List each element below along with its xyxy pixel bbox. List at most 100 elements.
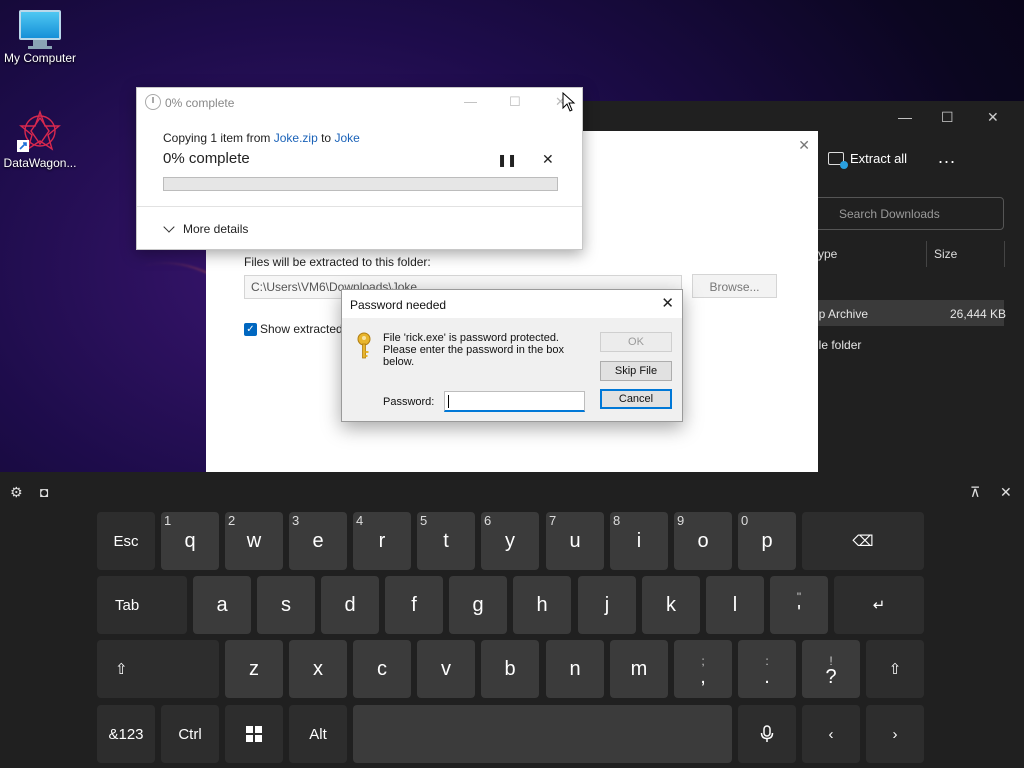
gear-icon[interactable]: ⚙ xyxy=(10,484,23,501)
maximize-icon[interactable]: ☐ xyxy=(941,109,954,126)
key-b[interactable]: b xyxy=(481,640,539,698)
copy-description: Copying 1 item from Joke.zip to Joke xyxy=(163,131,360,145)
shift-icon: ⇧ xyxy=(115,661,128,678)
key-label: l xyxy=(732,593,738,616)
key-space[interactable] xyxy=(353,705,732,763)
key-label: h xyxy=(536,593,548,616)
cell-type[interactable]: ile folder xyxy=(816,338,861,352)
copy-mid: to xyxy=(317,131,335,145)
key-w[interactable]: 2w xyxy=(225,512,283,570)
key-right-arrow[interactable]: › xyxy=(866,705,924,763)
browse-button[interactable]: Browse... xyxy=(692,274,777,298)
key-p[interactable]: 0p xyxy=(738,512,796,570)
password-dialog: Password needed ✕ File 'rick.exe' is pas… xyxy=(341,289,683,422)
key-f[interactable]: f xyxy=(385,576,443,634)
source-link[interactable]: Joke.zip xyxy=(274,131,318,145)
key-windows[interactable] xyxy=(225,705,283,763)
folder-zip-icon xyxy=(828,152,848,169)
key-secondary: 1 xyxy=(164,513,172,528)
minimize-icon[interactable]: — xyxy=(464,94,477,109)
mouse-cursor-icon xyxy=(562,92,576,112)
key-backspace[interactable]: ⌫ xyxy=(802,512,924,570)
key-u[interactable]: 7u xyxy=(546,512,604,570)
key-s[interactable]: s xyxy=(257,576,315,634)
key-z[interactable]: z xyxy=(225,640,283,698)
key-i[interactable]: 8i xyxy=(610,512,668,570)
skip-file-button[interactable]: Skip File xyxy=(600,361,672,381)
key-label: s xyxy=(281,593,291,616)
column-header-size[interactable]: Size xyxy=(934,247,957,261)
desktop-icon-my-computer[interactable]: My Computer xyxy=(0,10,80,65)
key-label: g xyxy=(472,593,484,616)
touch-keyboard: ⚙ ◘ ⊼ ✕ Esc 1q 2w 3e 4r 5t 6y 7u 8i 9o 0… xyxy=(0,472,1024,768)
key-alt[interactable]: Alt xyxy=(289,705,347,763)
key-label: Ctrl xyxy=(178,725,202,743)
search-input[interactable]: Search Downloads xyxy=(814,197,1004,230)
key-m[interactable]: m xyxy=(610,640,668,698)
desktop-icon-datawagon[interactable]: DataWagon... xyxy=(0,108,80,170)
key-t[interactable]: 5t xyxy=(417,512,475,570)
dock-keyboard-icon[interactable]: ⊼ xyxy=(970,484,980,501)
key-r[interactable]: 4r xyxy=(353,512,411,570)
key-esc[interactable]: Esc xyxy=(97,512,155,570)
extract-folder-label: Files will be extracted to this folder: xyxy=(244,255,431,269)
key-apostrophe[interactable]: " ' xyxy=(770,576,828,634)
cancel-button[interactable]: Cancel xyxy=(600,389,672,409)
column-separator[interactable] xyxy=(926,241,927,267)
key-shift-left[interactable]: ⇧ xyxy=(97,640,219,698)
key-j[interactable]: j xyxy=(578,576,636,634)
key-tab[interactable]: Tab xyxy=(97,576,187,634)
key-e[interactable]: 3e xyxy=(289,512,347,570)
key-c[interactable]: c xyxy=(353,640,411,698)
key-ctrl[interactable]: Ctrl xyxy=(161,705,219,763)
progress-status: 0% complete xyxy=(163,150,250,167)
key-y[interactable]: 6y xyxy=(481,512,539,570)
more-options-button[interactable]: ... xyxy=(938,147,956,168)
close-icon[interactable]: ✕ xyxy=(987,109,999,126)
key-k[interactable]: k xyxy=(642,576,700,634)
key-comma[interactable]: ;, xyxy=(674,640,732,698)
key-secondary: 0 xyxy=(741,513,749,528)
close-icon[interactable]: ✕ xyxy=(798,137,810,154)
chevron-left-icon: ‹ xyxy=(828,725,834,743)
key-n[interactable]: n xyxy=(546,640,604,698)
column-header-type[interactable]: ype xyxy=(818,247,837,261)
key-question[interactable]: !? xyxy=(802,640,860,698)
more-details-button[interactable]: More details xyxy=(163,221,248,236)
close-icon[interactable]: ✕ xyxy=(661,294,674,312)
key-g[interactable]: g xyxy=(449,576,507,634)
key-microphone[interactable] xyxy=(738,705,796,763)
column-separator[interactable] xyxy=(1004,241,1005,267)
key-secondary: 2 xyxy=(228,513,236,528)
key-label: n xyxy=(569,657,581,680)
minimize-icon[interactable]: — xyxy=(898,109,912,125)
key-enter[interactable]: ↵ xyxy=(834,576,924,634)
key-symbols[interactable]: &123 xyxy=(97,705,155,763)
key-label: f xyxy=(411,593,417,616)
password-input[interactable] xyxy=(444,391,585,412)
text-caret xyxy=(448,395,449,408)
show-extracted-checkbox[interactable]: ✓ xyxy=(244,323,257,336)
key-q[interactable]: 1q xyxy=(161,512,219,570)
key-period[interactable]: :. xyxy=(738,640,796,698)
key-o[interactable]: 9o xyxy=(674,512,732,570)
window-title: 0% complete xyxy=(165,96,235,110)
key-x[interactable]: x xyxy=(289,640,347,698)
pause-icon[interactable]: ❚❚ xyxy=(497,153,517,167)
close-icon[interactable]: ✕ xyxy=(1000,484,1012,501)
cancel-copy-icon[interactable]: ✕ xyxy=(542,151,554,168)
emoji-sticker-icon[interactable]: ◘ xyxy=(40,484,48,500)
key-v[interactable]: v xyxy=(417,640,475,698)
key-shift-right[interactable]: ⇧ xyxy=(866,640,924,698)
key-a[interactable]: a xyxy=(193,576,251,634)
key-label: , xyxy=(700,666,706,688)
extract-all-button[interactable]: Extract all xyxy=(828,151,907,169)
key-l[interactable]: l xyxy=(706,576,764,634)
key-d[interactable]: d xyxy=(321,576,379,634)
key-h[interactable]: h xyxy=(513,576,571,634)
destination-link[interactable]: Joke xyxy=(334,131,359,145)
key-left-arrow[interactable]: ‹ xyxy=(802,705,860,763)
key-label: u xyxy=(569,529,581,552)
maximize-icon[interactable]: ☐ xyxy=(509,94,521,110)
ok-button[interactable]: OK xyxy=(600,332,672,352)
